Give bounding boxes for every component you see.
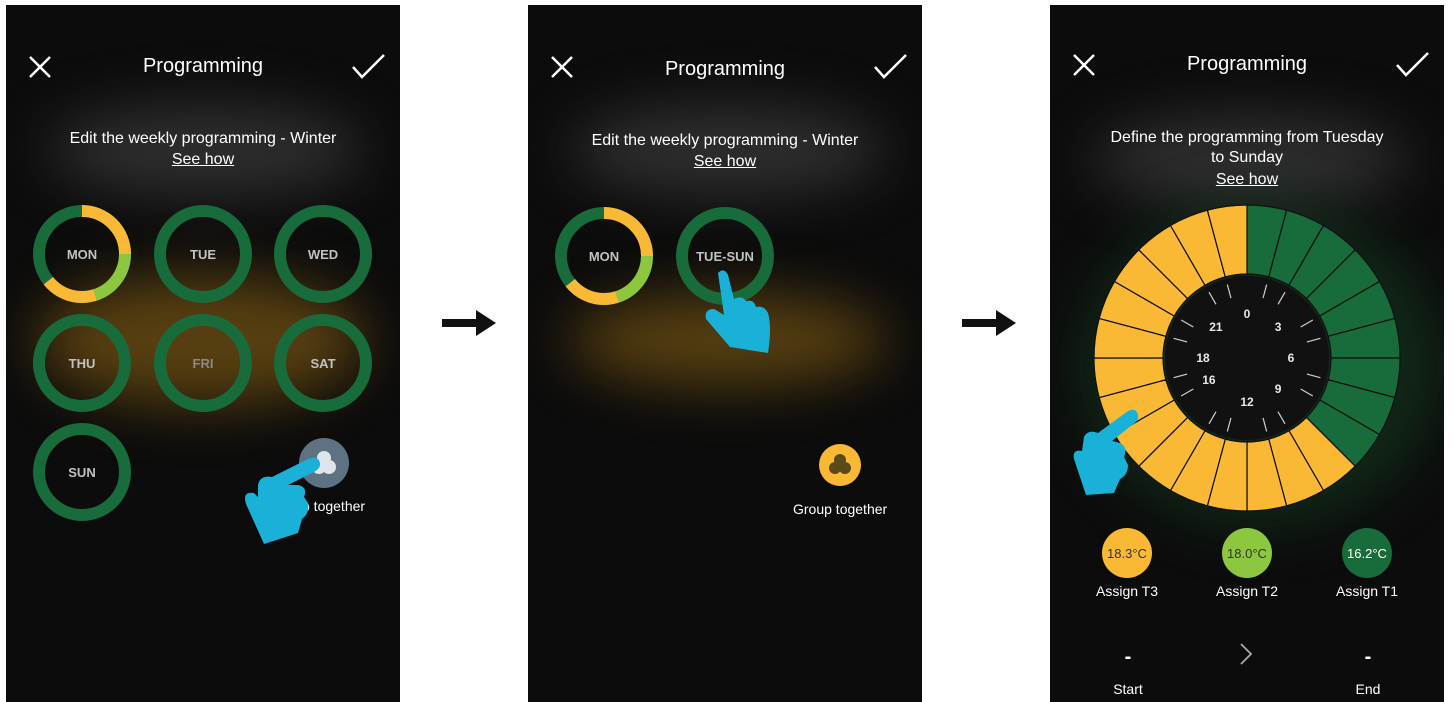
group-together-label: Group together bbox=[793, 501, 888, 517]
page-subtitle-line2: to Sunday bbox=[1210, 149, 1284, 166]
page-subtitle: Edit the weekly programming - Winter bbox=[69, 130, 337, 147]
day-label-thu: THU bbox=[68, 355, 96, 371]
dial-hour-label: 16 bbox=[1202, 373, 1216, 387]
header-glow bbox=[46, 105, 366, 195]
screen-weekly-programming-grouped: Programming Edit the weekly programming … bbox=[528, 5, 922, 702]
assign-t3-label[interactable]: Assign T3 bbox=[1077, 583, 1177, 599]
end-label: End bbox=[1355, 681, 1381, 697]
page-title: Programming bbox=[1186, 53, 1308, 75]
day-ring-fri[interactable]: FRI bbox=[153, 313, 253, 413]
start-value[interactable]: - bbox=[1108, 646, 1148, 669]
chevron-right-icon[interactable] bbox=[1238, 641, 1254, 667]
check-icon[interactable] bbox=[872, 49, 908, 85]
dial-hour-label: 6 bbox=[1288, 351, 1295, 365]
see-how-link[interactable]: See how bbox=[172, 151, 234, 168]
day-ring-mon[interactable]: MON bbox=[32, 204, 132, 304]
day-ring-tue[interactable]: TUE bbox=[153, 204, 253, 304]
see-how-link[interactable]: See how bbox=[694, 153, 756, 170]
day-label-mon: MON bbox=[66, 246, 98, 262]
see-how-link[interactable]: See how bbox=[1216, 171, 1278, 188]
day-ring-sun[interactable]: SUN bbox=[32, 422, 132, 522]
tap-hand-icon bbox=[245, 457, 321, 544]
temp-t3-badge[interactable]: 18.3°C bbox=[1102, 528, 1152, 578]
day-ring-thu[interactable]: THU bbox=[32, 313, 132, 413]
screen-weekly-programming: Programming Edit the weekly programming … bbox=[6, 5, 400, 702]
assign-t1-label[interactable]: Assign T1 bbox=[1317, 583, 1417, 599]
assign-t2-label[interactable]: Assign T2 bbox=[1197, 583, 1297, 599]
group-together-button[interactable] bbox=[819, 444, 861, 486]
start-label: Start bbox=[1113, 681, 1143, 697]
screen-define-programming: Programming Define the programming from … bbox=[1050, 5, 1444, 702]
arrow-right-icon bbox=[442, 310, 496, 336]
dial-hour-label: 21 bbox=[1209, 320, 1223, 334]
dial-hour-label: 12 bbox=[1240, 395, 1254, 409]
dial-hour-label: 9 bbox=[1275, 382, 1282, 396]
dial-center bbox=[1165, 276, 1329, 440]
see-how-link-wrap: See how bbox=[1050, 171, 1444, 189]
see-how-link-wrap: See how bbox=[6, 151, 400, 169]
page-subtitle-line1: Define the programming from Tuesday bbox=[1110, 129, 1384, 146]
day-ring-sat[interactable]: SAT bbox=[273, 313, 373, 413]
day-ring-mon[interactable]: MON bbox=[554, 206, 654, 306]
day-label-wed: WED bbox=[307, 246, 339, 262]
tap-hand-icon bbox=[1073, 409, 1139, 495]
check-icon[interactable] bbox=[1394, 47, 1430, 83]
check-icon[interactable] bbox=[350, 49, 386, 85]
dial-hour-label: 0 bbox=[1244, 307, 1251, 321]
group-circles-icon bbox=[829, 454, 851, 474]
see-how-link-wrap: See how bbox=[528, 153, 922, 171]
day-label-fri: FRI bbox=[192, 355, 214, 371]
dial-hour-label: 3 bbox=[1275, 320, 1282, 334]
end-value[interactable]: - bbox=[1348, 646, 1388, 669]
dial-hour-label: 18 bbox=[1196, 351, 1210, 365]
page-title: Programming bbox=[142, 55, 264, 77]
temp-t2-badge[interactable]: 18.0°C bbox=[1222, 528, 1272, 578]
tap-hand-icon bbox=[705, 270, 770, 353]
arrow-right-icon bbox=[962, 310, 1016, 336]
page-title: Programming bbox=[664, 58, 786, 80]
temp-t1-badge[interactable]: 16.2°C bbox=[1342, 528, 1392, 578]
day-label-tue: TUE bbox=[190, 246, 216, 262]
day-label-sat: SAT bbox=[310, 355, 336, 371]
day-ring-wed[interactable]: WED bbox=[273, 204, 373, 304]
day-label-sun: SUN bbox=[68, 464, 96, 480]
day-label-mon: MON bbox=[588, 248, 620, 264]
page-subtitle: Edit the weekly programming - Winter bbox=[591, 132, 859, 149]
